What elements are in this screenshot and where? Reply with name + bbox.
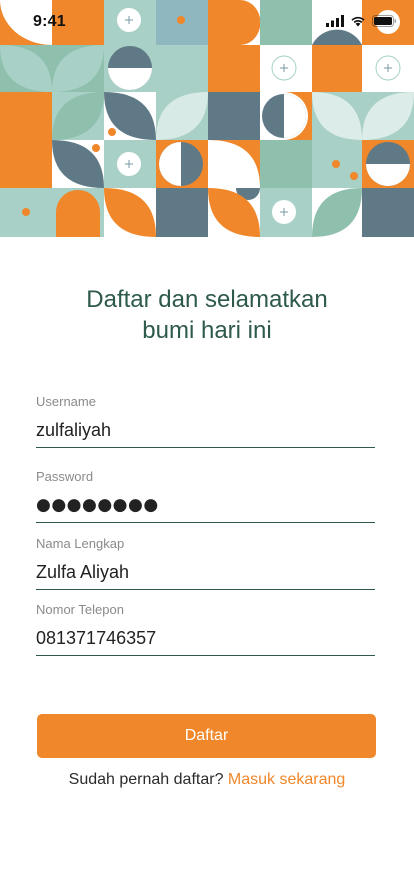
page-title: Daftar dan selamatkan bumi hari ini — [0, 284, 414, 346]
password-input[interactable]: ●●●●●●●● — [36, 492, 375, 518]
password-underline — [36, 522, 375, 523]
battery-icon — [372, 15, 396, 27]
register-button[interactable]: Daftar — [37, 714, 376, 758]
login-prompt-row: Sudah pernah daftar? Masuk sekarang — [0, 771, 414, 789]
hero-pattern: 9:41 — [0, 0, 414, 237]
wifi-icon — [351, 16, 365, 27]
cellular-signal-icon — [326, 15, 344, 27]
fullname-label: Nama Lengkap — [36, 536, 125, 551]
page-title-line-2: bumi hari ini — [142, 317, 272, 344]
phone-underline — [36, 655, 375, 656]
page-title-line-1: Daftar dan selamatkan — [86, 286, 328, 313]
login-prompt-text: Sudah pernah daftar? — [68, 771, 224, 788]
fullname-input[interactable] — [36, 559, 375, 585]
password-field: Password ●●●●●●●● — [36, 469, 375, 523]
status-icons — [326, 15, 396, 27]
fullname-field: Nama Lengkap — [36, 536, 375, 590]
username-label: Username — [36, 394, 96, 409]
phone-field: Nomor Telepon — [36, 602, 375, 656]
username-input[interactable] — [36, 417, 375, 443]
status-bar: 9:41 — [0, 0, 414, 44]
login-link[interactable]: Masuk sekarang — [228, 771, 345, 788]
phone-input[interactable] — [36, 625, 375, 651]
password-label: Password — [36, 469, 94, 484]
fullname-underline — [36, 589, 375, 590]
phone-label: Nomor Telepon — [36, 602, 124, 617]
username-field: Username — [36, 394, 375, 448]
status-time: 9:41 — [33, 13, 66, 30]
username-underline — [36, 447, 375, 448]
